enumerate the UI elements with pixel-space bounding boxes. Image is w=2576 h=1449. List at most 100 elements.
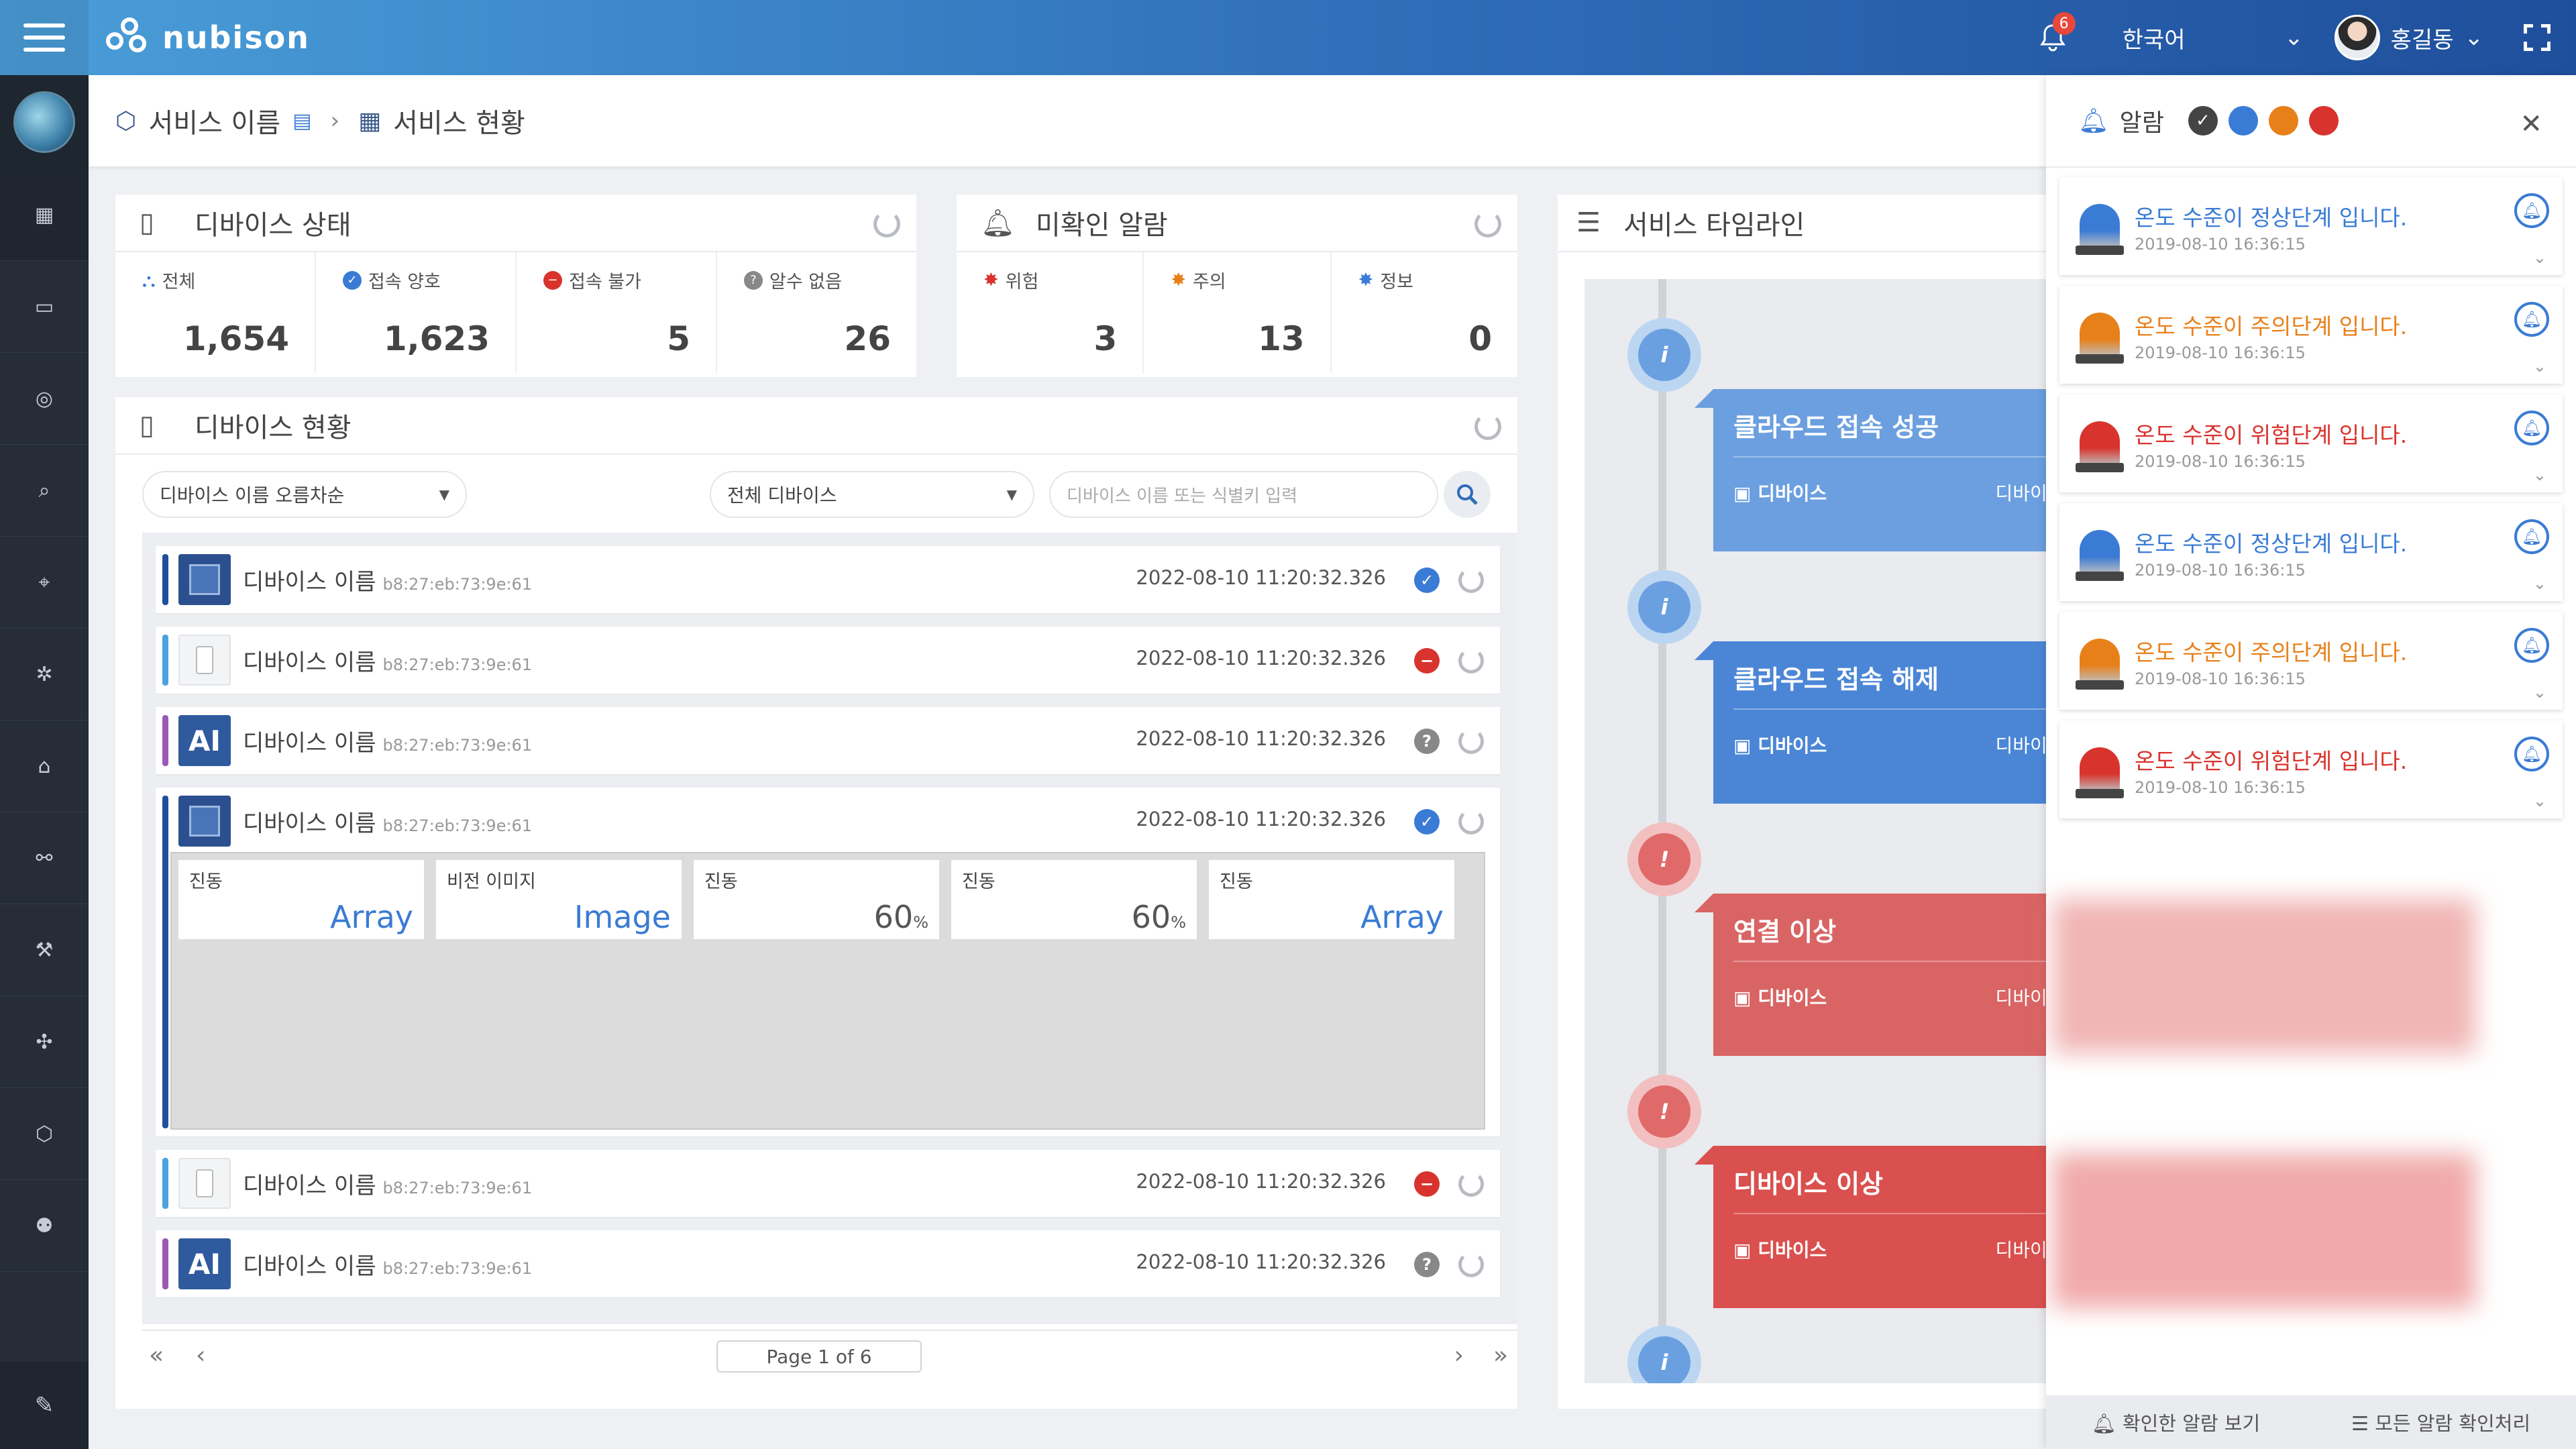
chevron-down-icon[interactable]: ⌄ [2533,248,2546,267]
timeline-event[interactable]: 클라우드 접속 해제 ▣ 디바이스 디바이스 이름 [1695,641,2046,804]
sidebar-item-location[interactable]: ⌖ [0,537,89,629]
sidebar-item-scan[interactable]: ◎ [0,353,89,445]
first-page-icon[interactable]: « [149,1342,164,1369]
property-card[interactable]: 진동 60% [694,860,939,939]
sidebar-item-search[interactable]: ⌕ [0,445,89,537]
refresh-icon[interactable] [1458,729,1484,754]
logo[interactable]: nubison [106,15,310,60]
refresh-icon[interactable] [873,211,900,237]
acknowledge-icon[interactable]: 🔔︎ [2514,193,2549,228]
menu-icon[interactable] [0,0,89,75]
acknowledge-icon[interactable]: 🔔︎ [2514,737,2549,771]
acknowledge-icon[interactable]: 🔔︎ [2514,411,2549,445]
acknowledge-icon[interactable]: 🔔︎ [2514,519,2549,554]
language-select[interactable]: 한국어 ⌄ [2123,21,2304,54]
search-input[interactable]: 디바이스 이름 또는 식별키 입력 [1049,471,1438,518]
chevron-right-icon: › [330,107,340,134]
siren-icon: ✸ [1171,270,1186,290]
alarm-time: 2019-08-10 16:36:15 [2135,235,2306,254]
event-key-text: 디바이스 [1758,735,1827,757]
chevron-down-icon[interactable]: ⌄ [2533,574,2546,593]
device-time: 2022-08-10 11:20:32.326 [1136,1250,1386,1273]
sidebar-item-network[interactable]: ✣ [0,996,89,1088]
stat-total[interactable]: ⛬ 전체 1,654 [115,252,316,373]
device-filter-select[interactable]: 전체 디바이스 ▼ [710,471,1034,518]
refresh-icon[interactable] [1458,1252,1484,1277]
sidebar-item-user[interactable]: ⚉ [0,1180,89,1272]
page-indicator[interactable]: Page 1 of 6 [716,1340,922,1373]
stat-info[interactable]: ✸ 정보 0 [1332,252,1517,373]
stat-danger[interactable]: ✸ 위험 3 [957,252,1144,373]
device-name-text: 디바이스 이름 [243,1173,376,1199]
user-menu[interactable]: 홍길동 ⌄ [2334,15,2483,60]
close-icon[interactable]: ✕ [2520,109,2542,140]
chevron-down-icon[interactable]: ⌄ [2533,466,2546,484]
property-card[interactable]: 진동 60% [951,860,1197,939]
property-card[interactable]: 진동 Array [178,860,424,939]
last-page-icon[interactable]: » [1493,1342,1508,1369]
alarm-item[interactable]: 온도 수준이 정상단계 입니다. 2019-08-10 16:36:15 🔔︎ ⌄ [2059,177,2563,275]
timeline-event[interactable]: 디바이스 이상 ▣ 디바이스 디바이스 이름 [1695,1146,2046,1308]
notification-bell[interactable]: 6 [2026,0,2080,75]
alarm-item[interactable]: 온도 수준이 위험단계 입니다. 2019-08-10 16:36:15 🔔︎ ⌄ [2059,720,2563,818]
stat-connected[interactable]: ✓ 접속 양호 1,623 [316,252,517,373]
warning-filter-icon[interactable] [2268,106,2298,136]
refresh-icon[interactable] [1458,648,1484,674]
search-button[interactable] [1444,471,1491,518]
all-filter-icon[interactable]: ✓ [2188,106,2218,136]
pin-icon[interactable]: ✎ [0,1362,89,1449]
info-icon: i [1627,570,1701,644]
fullscreen-icon[interactable] [2524,24,2551,51]
device-name: 디바이스 이름 b8:27:eb:73:9e:61 [243,644,532,677]
sort-select[interactable]: 디바이스 이름 오름차순 ▼ [142,471,467,518]
sidebar-item-monitor[interactable]: ▭ [0,261,89,353]
alarm-item[interactable]: 온도 수준이 주의단계 입니다. 2019-08-10 16:36:15 🔔︎ ⌄ [2059,612,2563,710]
refresh-icon[interactable] [1474,413,1501,440]
property-card[interactable]: 비전 이미지 Image [436,860,682,939]
view-checked-alarms-button[interactable]: 🔔︎ 확인한 알람 보기 [2092,1408,2260,1436]
refresh-icon[interactable] [1458,568,1484,593]
device-row[interactable]: 디바이스 이름 b8:27:eb:73:9e:61 2022-08-10 11:20… [156,627,1500,694]
device-row[interactable]: AI 디바이스 이름 b8:27:eb:73:9e:61 2022-08-10 11:… [156,1230,1500,1297]
acknowledge-icon[interactable]: 🔔︎ [2514,302,2549,337]
next-page-icon[interactable]: › [1454,1342,1464,1369]
timeline-event[interactable]: 클라우드 접속 성공 ▣ 디바이스 디바이스 이름 [1695,389,2046,551]
device-row[interactable]: 디바이스 이름 b8:27:eb:73:9e:61 2022-08-10 11:20… [156,788,1500,1136]
prev-page-icon[interactable]: ‹ [196,1342,205,1369]
sidebar-item-tools[interactable]: ⚒ [0,904,89,996]
event-pointer [1695,389,1713,408]
refresh-icon[interactable] [1458,1171,1484,1197]
device-row[interactable]: 디바이스 이름 b8:27:eb:73:9e:61 2022-08-10 11:20… [156,1150,1500,1217]
stat-disconnected[interactable]: − 접속 불가 5 [517,252,717,373]
check-all-alarms-button[interactable]: ☰ 모든 알람 확인처리 [2351,1408,2530,1436]
timeline-event[interactable]: 연결 이상 ▣ 디바이스 디바이스 이름 [1695,894,2046,1056]
service-avatar[interactable] [0,75,89,169]
refresh-icon[interactable] [1458,809,1484,835]
danger-filter-icon[interactable] [2308,106,2339,136]
breadcrumb-service[interactable]: 서비스 이름 [148,101,280,140]
alarm-item[interactable]: 온도 수준이 주의단계 입니다. 2019-08-10 16:36:15 🔔︎ ⌄ [2059,286,2563,384]
alarm-message: 온도 수준이 정상단계 입니다. [2135,531,2408,557]
stat-warning[interactable]: ✸ 주의 13 [1144,252,1332,373]
bell-icon: 🔔︎ [981,207,1015,239]
device-row[interactable]: AI 디바이스 이름 b8:27:eb:73:9e:61 2022-08-10 11:… [156,707,1500,774]
property-card[interactable]: 진동 Array [1209,860,1454,939]
normal-filter-icon[interactable] [2228,106,2258,136]
device-row[interactable]: 디바이스 이름 b8:27:eb:73:9e:61 2022-08-10 11:20… [156,546,1500,613]
sidebar-item-package[interactable]: ⬡ [0,1088,89,1180]
clipboard-icon[interactable]: ▤ [292,109,311,133]
refresh-icon[interactable] [1474,211,1501,237]
sidebar-item-dashboard[interactable]: ▦ [0,169,89,261]
alarm-item[interactable]: 온도 수준이 위험단계 입니다. 2019-08-10 16:36:15 🔔︎ ⌄ [2059,394,2563,492]
chevron-down-icon[interactable]: ⌄ [2533,357,2546,376]
sidebar-item-share[interactable]: ⚯ [0,812,89,904]
language-label: 한국어 [2122,26,2186,54]
chevron-down-icon[interactable]: ⌄ [2533,792,2546,810]
sidebar-item-home[interactable]: ⌂ [0,720,89,812]
minus-icon: − [543,270,562,290]
chevron-down-icon[interactable]: ⌄ [2533,683,2546,702]
alarm-item[interactable]: 온도 수준이 정상단계 입니다. 2019-08-10 16:36:15 🔔︎ ⌄ [2059,503,2563,601]
sidebar-item-settings[interactable]: ✲ [0,629,89,720]
stat-unknown[interactable]: ? 알수 없음 26 [717,252,916,373]
acknowledge-icon[interactable]: 🔔︎ [2514,628,2549,663]
